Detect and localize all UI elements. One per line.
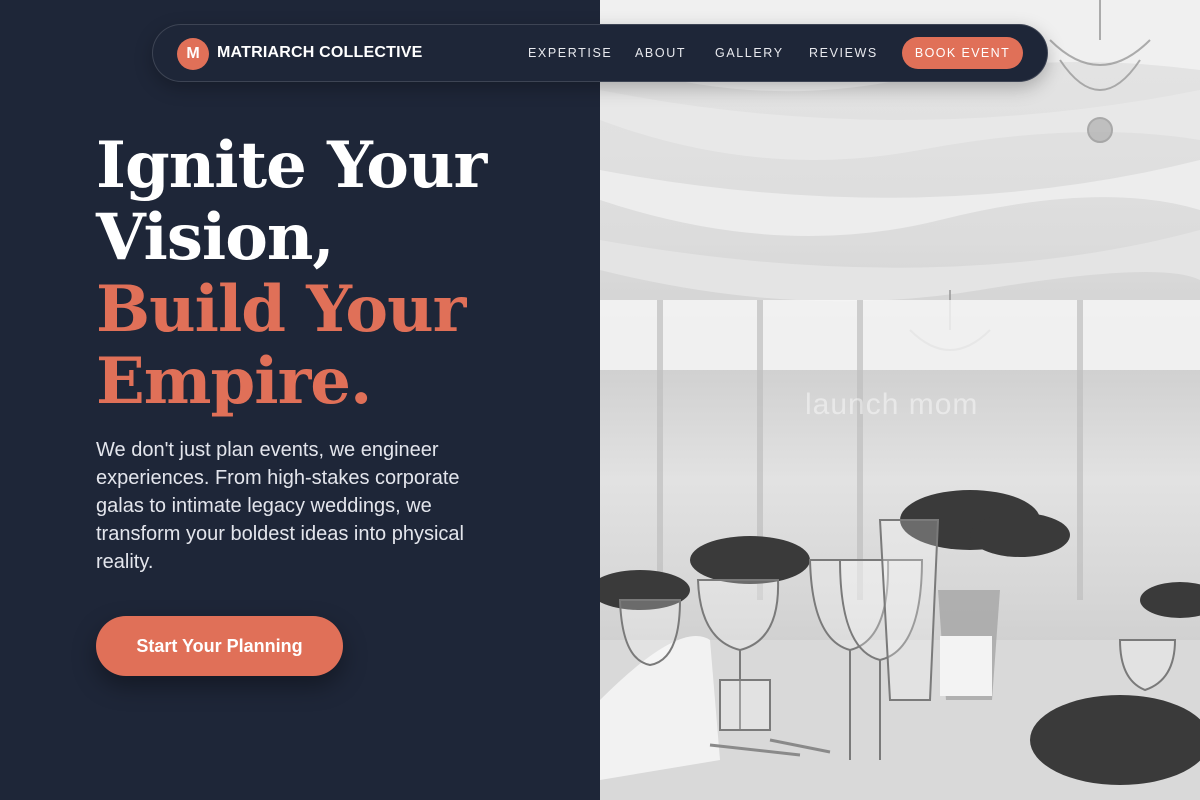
hero-subtitle: We don't just plan events, we engineer e… xyxy=(96,439,464,573)
nav-link-about[interactable]: ABOUT xyxy=(635,46,686,60)
hero-photo: launch mom xyxy=(600,0,1200,800)
hero-headline: Ignite Your Vision, Build Your Empire. xyxy=(96,128,487,419)
photo-watermark: launch mom xyxy=(805,388,979,421)
book-event-button[interactable]: BOOK EVENT xyxy=(902,37,1023,69)
nav-link-gallery[interactable]: GALLERY xyxy=(715,46,784,60)
headline-line-3: Build Your xyxy=(96,272,466,347)
headline-line-2: Vision, xyxy=(96,200,335,275)
nav-link-expertise[interactable]: EXPERTISE xyxy=(528,46,612,60)
brand-name[interactable]: MATRIARCH COLLECTIVE xyxy=(217,44,422,62)
main-navbar: M MATRIARCH COLLECTIVE EXPERTISE ABOUT G… xyxy=(152,24,1048,82)
nav-link-reviews[interactable]: REVIEWS xyxy=(809,46,878,60)
logo-badge[interactable]: M xyxy=(177,38,209,70)
start-planning-button[interactable]: Start Your Planning xyxy=(96,616,343,676)
headline-line-4: Empire. xyxy=(96,344,372,419)
headline-line-1: Ignite Your xyxy=(96,128,487,203)
